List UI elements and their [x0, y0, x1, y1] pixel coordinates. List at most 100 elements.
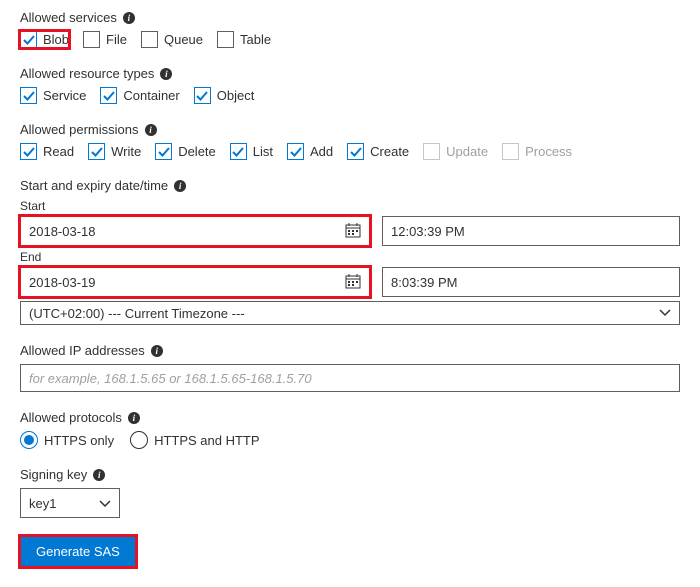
label-text: Allowed services — [20, 10, 117, 25]
date-value: 2018-03-18 — [29, 224, 345, 239]
info-icon[interactable]: i — [160, 68, 172, 80]
signing-key-section: Signing key i key1 — [20, 467, 680, 518]
info-icon[interactable]: i — [145, 124, 157, 136]
checkbox-service[interactable]: Service — [20, 87, 86, 104]
ip-input[interactable]: for example, 168.1.5.65 or 168.1.5.65-16… — [20, 364, 680, 392]
checkbox-label: Container — [123, 88, 179, 103]
calendar-icon — [345, 222, 361, 241]
checkbox-label: Queue — [164, 32, 203, 47]
checkbox-process: Process — [502, 143, 572, 160]
checkbox-box — [502, 143, 519, 160]
end-date-input[interactable]: 2018-03-19 — [20, 267, 370, 297]
checkbox-box — [20, 143, 37, 160]
info-icon[interactable]: i — [93, 469, 105, 481]
checkbox-table[interactable]: Table — [217, 31, 271, 48]
checkbox-label: Object — [217, 88, 255, 103]
checkbox-write[interactable]: Write — [88, 143, 141, 160]
checkbox-box — [83, 31, 100, 48]
radio-label: HTTPS only — [44, 433, 114, 448]
chevron-down-icon — [99, 496, 111, 511]
checkbox-box — [20, 31, 37, 48]
generate-section: Generate SAS — [20, 536, 680, 567]
checkbox-label: Delete — [178, 144, 216, 159]
calendar-icon — [345, 273, 361, 292]
label-text: Allowed IP addresses — [20, 343, 145, 358]
signing-key-select[interactable]: key1 — [20, 488, 120, 518]
time-value: 8:03:39 PM — [391, 275, 458, 290]
radio-https-http[interactable]: HTTPS and HTTP — [130, 431, 259, 449]
start-date-input[interactable]: 2018-03-18 — [20, 216, 370, 246]
checkbox-label: Blob — [43, 32, 69, 47]
label-text: Allowed permissions — [20, 122, 139, 137]
checkbox-label: Read — [43, 144, 74, 159]
info-icon[interactable]: i — [123, 12, 135, 24]
label-text: Allowed resource types — [20, 66, 154, 81]
allowed-resource-types-label: Allowed resource types i — [20, 66, 680, 81]
end-time-input[interactable]: 8:03:39 PM — [382, 267, 680, 297]
checkbox-box — [194, 87, 211, 104]
checkbox-create[interactable]: Create — [347, 143, 409, 160]
checkbox-label: Service — [43, 88, 86, 103]
signing-key-label: Signing key i — [20, 467, 680, 482]
checkbox-box — [100, 87, 117, 104]
ip-label: Allowed IP addresses i — [20, 343, 680, 358]
checkbox-label: Add — [310, 144, 333, 159]
select-value: key1 — [29, 496, 56, 511]
checkbox-add[interactable]: Add — [287, 143, 333, 160]
checkbox-box — [141, 31, 158, 48]
checkbox-label: List — [253, 144, 273, 159]
checkbox-file[interactable]: File — [83, 31, 127, 48]
info-icon[interactable]: i — [128, 412, 140, 424]
allowed-resource-types-section: Allowed resource types i Service Contain… — [20, 66, 680, 104]
checkbox-update: Update — [423, 143, 488, 160]
datetime-label: Start and expiry date/time i — [20, 178, 680, 193]
time-value: 12:03:39 PM — [391, 224, 465, 239]
checkbox-label: Create — [370, 144, 409, 159]
checkbox-read[interactable]: Read — [20, 143, 74, 160]
checkbox-label: Update — [446, 144, 488, 159]
checkbox-box — [88, 143, 105, 160]
checkbox-box — [20, 87, 37, 104]
date-value: 2018-03-19 — [29, 275, 345, 290]
protocols-section: Allowed protocols i HTTPS only HTTPS and… — [20, 410, 680, 449]
checkbox-object[interactable]: Object — [194, 87, 255, 104]
end-label: End — [20, 250, 680, 264]
checkbox-box — [287, 143, 304, 160]
checkbox-box — [347, 143, 364, 160]
generate-sas-button[interactable]: Generate SAS — [20, 536, 136, 567]
info-icon[interactable]: i — [174, 180, 186, 192]
checkbox-label: Write — [111, 144, 141, 159]
start-label: Start — [20, 199, 680, 213]
checkbox-label: File — [106, 32, 127, 47]
checkbox-delete[interactable]: Delete — [155, 143, 216, 160]
radio-https-only[interactable]: HTTPS only — [20, 431, 114, 449]
label-text: Start and expiry date/time — [20, 178, 168, 193]
checkbox-box — [217, 31, 234, 48]
placeholder-text: for example, 168.1.5.65 or 168.1.5.65-16… — [29, 371, 312, 386]
checkbox-box — [155, 143, 172, 160]
allowed-permissions-label: Allowed permissions i — [20, 122, 680, 137]
label-text: Signing key — [20, 467, 87, 482]
ip-section: Allowed IP addresses i for example, 168.… — [20, 343, 680, 392]
protocols-label: Allowed protocols i — [20, 410, 680, 425]
label-text: Allowed protocols — [20, 410, 122, 425]
checkbox-box — [230, 143, 247, 160]
checkbox-label: Table — [240, 32, 271, 47]
allowed-services-section: Allowed services i Blob File Queue Table — [20, 10, 680, 48]
info-icon[interactable]: i — [151, 345, 163, 357]
datetime-section: Start and expiry date/time i Start 2018-… — [20, 178, 680, 325]
radio-circle — [20, 431, 38, 449]
timezone-value: (UTC+02:00) --- Current Timezone --- — [29, 306, 245, 321]
checkbox-label: Process — [525, 144, 572, 159]
timezone-select[interactable]: (UTC+02:00) --- Current Timezone --- — [20, 301, 680, 325]
checkbox-blob[interactable]: Blob — [20, 31, 69, 48]
checkbox-queue[interactable]: Queue — [141, 31, 203, 48]
start-time-input[interactable]: 12:03:39 PM — [382, 216, 680, 246]
checkbox-container[interactable]: Container — [100, 87, 179, 104]
button-label: Generate SAS — [36, 544, 120, 559]
checkbox-list[interactable]: List — [230, 143, 273, 160]
chevron-down-icon — [659, 306, 671, 320]
allowed-permissions-section: Allowed permissions i Read Write Delete … — [20, 122, 680, 160]
radio-label: HTTPS and HTTP — [154, 433, 259, 448]
radio-circle — [130, 431, 148, 449]
